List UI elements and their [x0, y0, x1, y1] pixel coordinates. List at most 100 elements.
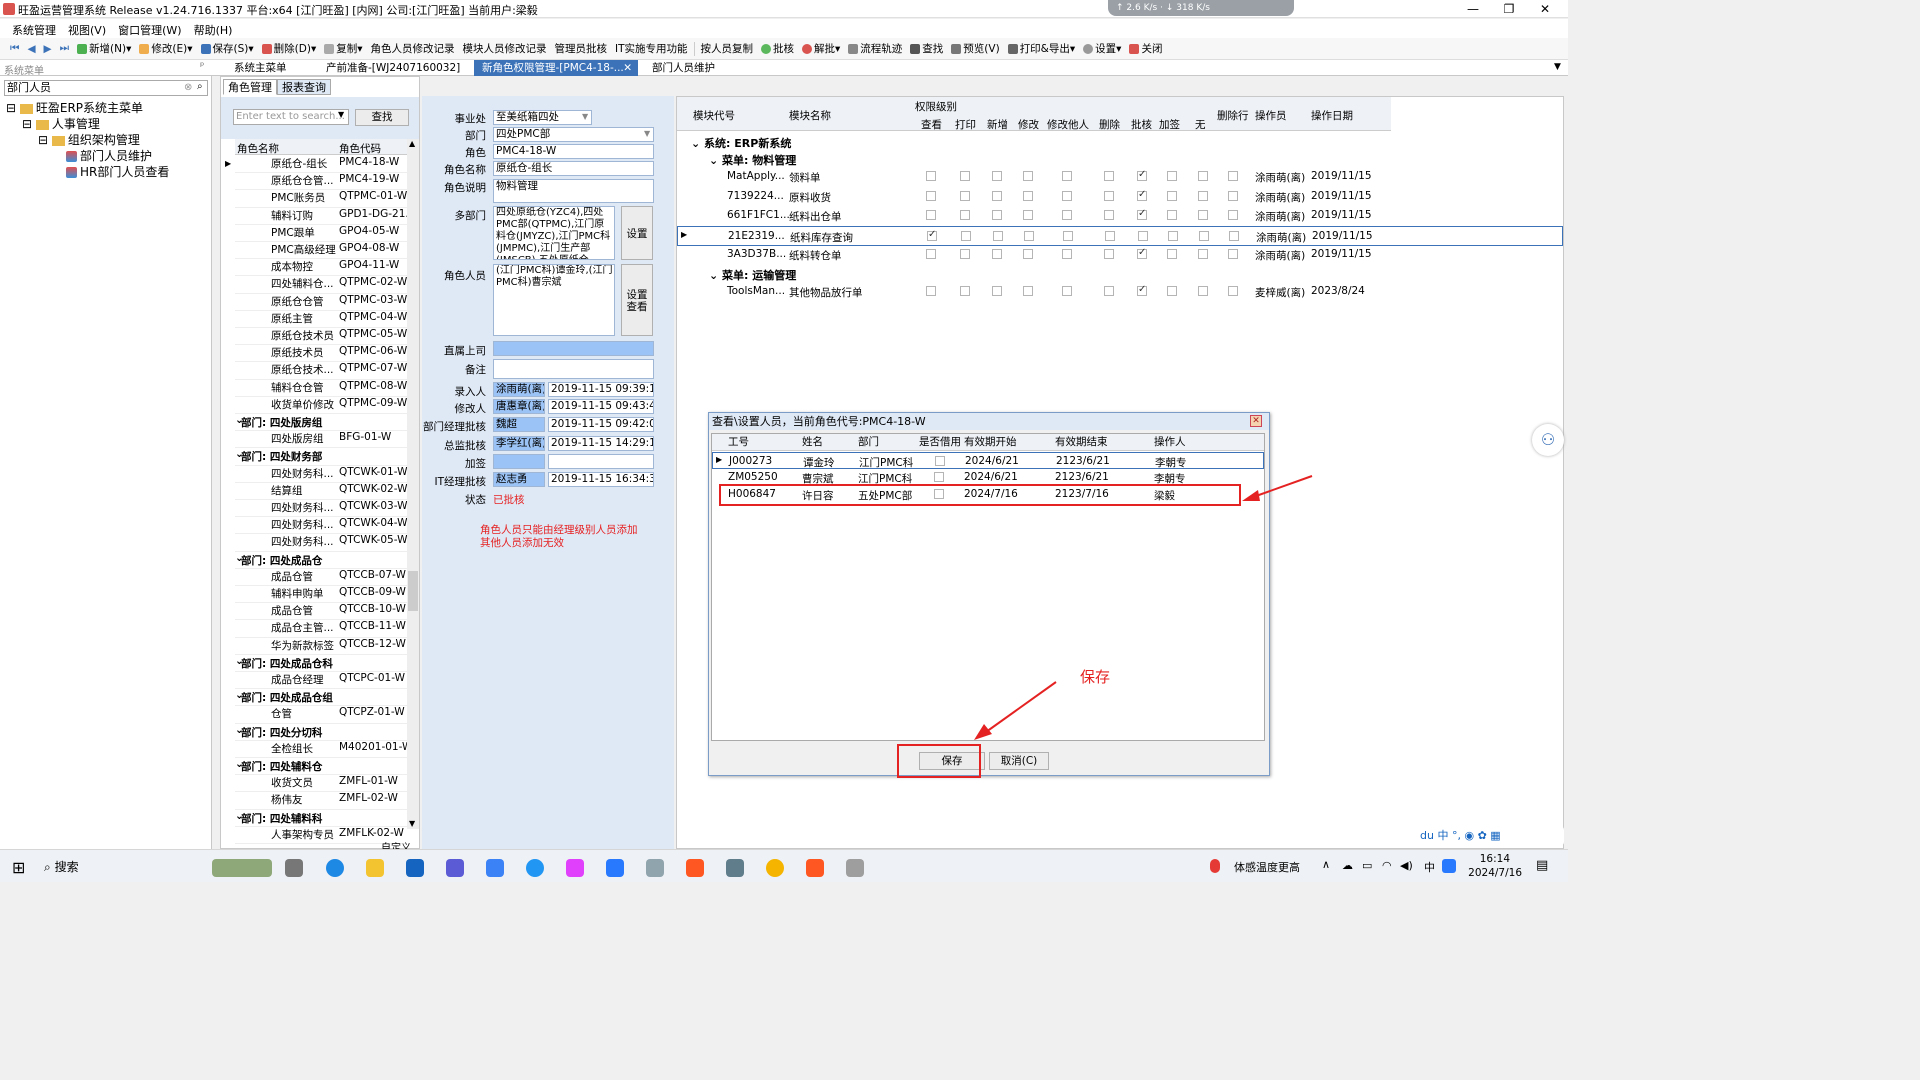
- print-export-button[interactable]: 打印&导出 ▾: [1004, 41, 1079, 56]
- role-row[interactable]: 四处辅料仓... QTPMC-02-W: [235, 276, 407, 294]
- permission-checkbox[interactable]: [960, 210, 970, 220]
- permission-checkbox[interactable]: [1062, 171, 1072, 181]
- erp-app-icon[interactable]: [686, 859, 704, 877]
- app-icon-bird[interactable]: [486, 859, 504, 877]
- permission-checkbox[interactable]: [1167, 171, 1177, 181]
- permission-checkbox[interactable]: [960, 171, 970, 181]
- ime-toolbar[interactable]: du 中 °, ◉ ✿ ▦: [1414, 826, 1564, 846]
- permission-checkbox[interactable]: [1023, 249, 1033, 259]
- role-row[interactable]: 结算组 QTCWK-02-W: [235, 483, 407, 500]
- permission-checkbox[interactable]: [1104, 191, 1114, 201]
- role-group-row[interactable]: ⌄ 部门: 四处分切科: [235, 724, 407, 741]
- settings-button[interactable]: 设置 ▾: [1079, 41, 1125, 56]
- close-button[interactable]: 关闭: [1125, 41, 1166, 56]
- permission-checkbox[interactable]: [1063, 231, 1073, 241]
- it-func-button[interactable]: IT实施专用功能: [611, 41, 692, 56]
- tree-root[interactable]: ⊟ 旺盈ERP系统主菜单: [6, 100, 169, 116]
- pin-icon[interactable]: ᵖ: [200, 61, 204, 72]
- dept-select[interactable]: 四处PMC部: [493, 127, 654, 142]
- mountain-widget-icon[interactable]: [212, 859, 272, 877]
- permission-checkbox[interactable]: [1137, 284, 1147, 296]
- division-select[interactable]: 至美纸箱四处: [493, 110, 592, 125]
- permission-checkbox[interactable]: [961, 231, 971, 241]
- cloud-icon[interactable]: ☁: [1342, 859, 1353, 872]
- role-name-field[interactable]: 原纸仓-组长: [493, 161, 654, 176]
- role-row[interactable]: 辅料订购 GPD1-DG-21...: [235, 208, 407, 225]
- permission-checkbox[interactable]: [1198, 191, 1208, 201]
- new-button[interactable]: 新增(N) ▾: [73, 41, 135, 56]
- permission-checkbox[interactable]: [926, 286, 936, 296]
- erp-app-icon-2[interactable]: [806, 859, 824, 877]
- permission-checkbox[interactable]: [1137, 247, 1147, 259]
- delete-row-checkbox[interactable]: [1229, 231, 1239, 241]
- menu-help[interactable]: 帮助(H): [188, 19, 239, 38]
- permission-checkbox[interactable]: [1023, 286, 1033, 296]
- members-field[interactable]: (江门PMC科)谭金玲,(江门PMC科)曹宗斌: [493, 264, 615, 336]
- first-record-icon[interactable]: ⏮: [6, 42, 23, 55]
- permission-checkbox[interactable]: [1198, 286, 1208, 296]
- borrowed-checkbox[interactable]: [934, 472, 944, 482]
- wifi-icon[interactable]: ◠: [1382, 859, 1392, 872]
- role-row[interactable]: 全检组长 M40201-01-W: [235, 741, 407, 758]
- tab-report-query[interactable]: 报表查询: [277, 79, 331, 95]
- role-row[interactable]: PMC账务员 QTPMC-01-W: [235, 190, 407, 208]
- tab-dept-staff[interactable]: 部门人员维护: [644, 60, 723, 76]
- menu-system[interactable]: 系统管理: [0, 19, 62, 38]
- role-group-row[interactable]: ⌄ 部门: 四处成品仓组: [235, 689, 407, 707]
- member-row[interactable]: ▶ J000273 谭金玲 江门PMC科 2024/6/21 2123/6/21 李朝专: [712, 452, 1264, 469]
- permission-checkbox[interactable]: [1198, 171, 1208, 181]
- permission-row[interactable]: ToolsMan...其他物品放行单 麦梓威(离) 2023/8/24: [677, 282, 1391, 302]
- admin-approve-button[interactable]: 管理员批核: [551, 41, 612, 56]
- borrowed-checkbox[interactable]: [935, 456, 945, 466]
- app-icon-doc[interactable]: [646, 859, 664, 877]
- permission-checkbox[interactable]: [1167, 286, 1177, 296]
- delete-row-checkbox[interactable]: [1228, 171, 1238, 181]
- edit-button[interactable]: 修改(E) ▾: [135, 41, 196, 56]
- app-icon-window[interactable]: [726, 859, 744, 877]
- dialog-close-icon[interactable]: ✕: [1250, 415, 1262, 427]
- app-icon-a[interactable]: [566, 859, 584, 877]
- system-group[interactable]: ⌄ 系统: ERP新系统: [691, 135, 791, 151]
- tab-role-manage[interactable]: 角色管理: [223, 79, 277, 95]
- delete-row-checkbox[interactable]: [1228, 210, 1238, 220]
- delete-row-checkbox[interactable]: [1228, 249, 1238, 259]
- search-icon[interactable]: ⌕: [197, 81, 203, 92]
- role-row[interactable]: 原纸主管 QTPMC-04-W: [235, 311, 407, 328]
- role-row[interactable]: 仓管 QTCPZ-01-W: [235, 706, 407, 724]
- role-row[interactable]: 原纸仓技术... QTPMC-07-W: [235, 362, 407, 380]
- menu-window[interactable]: 窗口管理(W): [112, 19, 187, 38]
- role-row[interactable]: 四处版房组 BFG-01-W: [235, 431, 407, 449]
- app-icon-refresh[interactable]: [766, 859, 784, 877]
- dialog-cancel-button[interactable]: 取消(C): [989, 752, 1049, 770]
- permission-checkbox[interactable]: [960, 286, 970, 296]
- prev-record-icon[interactable]: ◀: [23, 43, 39, 55]
- search-app-icon[interactable]: [526, 859, 544, 877]
- role-find-button[interactable]: 查找: [355, 109, 409, 126]
- role-row[interactable]: 四处财务科... QTCWK-03-W: [235, 500, 407, 518]
- unapprove-button[interactable]: 解批 ▾: [798, 41, 844, 56]
- copy-button[interactable]: 复制 ▾: [320, 41, 366, 56]
- permission-checkbox[interactable]: [1198, 249, 1208, 259]
- role-row[interactable]: 成品仓管 QTCCB-07-W: [235, 569, 407, 586]
- role-row[interactable]: 成本物控 GPO4-11-W: [235, 259, 407, 277]
- permission-checkbox[interactable]: [1167, 210, 1177, 220]
- app-icon-tools[interactable]: [846, 859, 864, 877]
- permission-checkbox[interactable]: [1168, 231, 1178, 241]
- role-row[interactable]: PMC高级经理 GPO4-08-W: [235, 242, 407, 260]
- flow-button[interactable]: 流程轨迹: [844, 41, 906, 56]
- permission-checkbox[interactable]: [926, 191, 936, 201]
- permission-checkbox[interactable]: [927, 229, 937, 241]
- permission-checkbox[interactable]: [960, 249, 970, 259]
- notification-icon[interactable]: ▤: [1536, 858, 1548, 873]
- permission-checkbox[interactable]: [993, 231, 1003, 241]
- delete-button[interactable]: 删除(D) ▾: [258, 41, 321, 56]
- close-window-icon[interactable]: ✕: [1522, 0, 1568, 18]
- save-toolbar-button[interactable]: 保存(S) ▾: [197, 41, 258, 56]
- multi-dept-field[interactable]: 四处原纸仓(YZC4),四处PMC部(QTPMC),江门原料仓(JMYZC),江…: [493, 206, 615, 260]
- last-record-icon[interactable]: ⏭: [56, 42, 73, 55]
- permission-checkbox[interactable]: [992, 210, 1002, 220]
- role-group-row[interactable]: ⌄ 部门: 四处辅料仓: [235, 758, 407, 776]
- role-group-row[interactable]: ⌄ 部门: 四处成品仓: [235, 552, 407, 569]
- permission-checkbox[interactable]: [1023, 171, 1033, 181]
- tree-hr[interactable]: ⊟ 人事管理: [6, 116, 169, 132]
